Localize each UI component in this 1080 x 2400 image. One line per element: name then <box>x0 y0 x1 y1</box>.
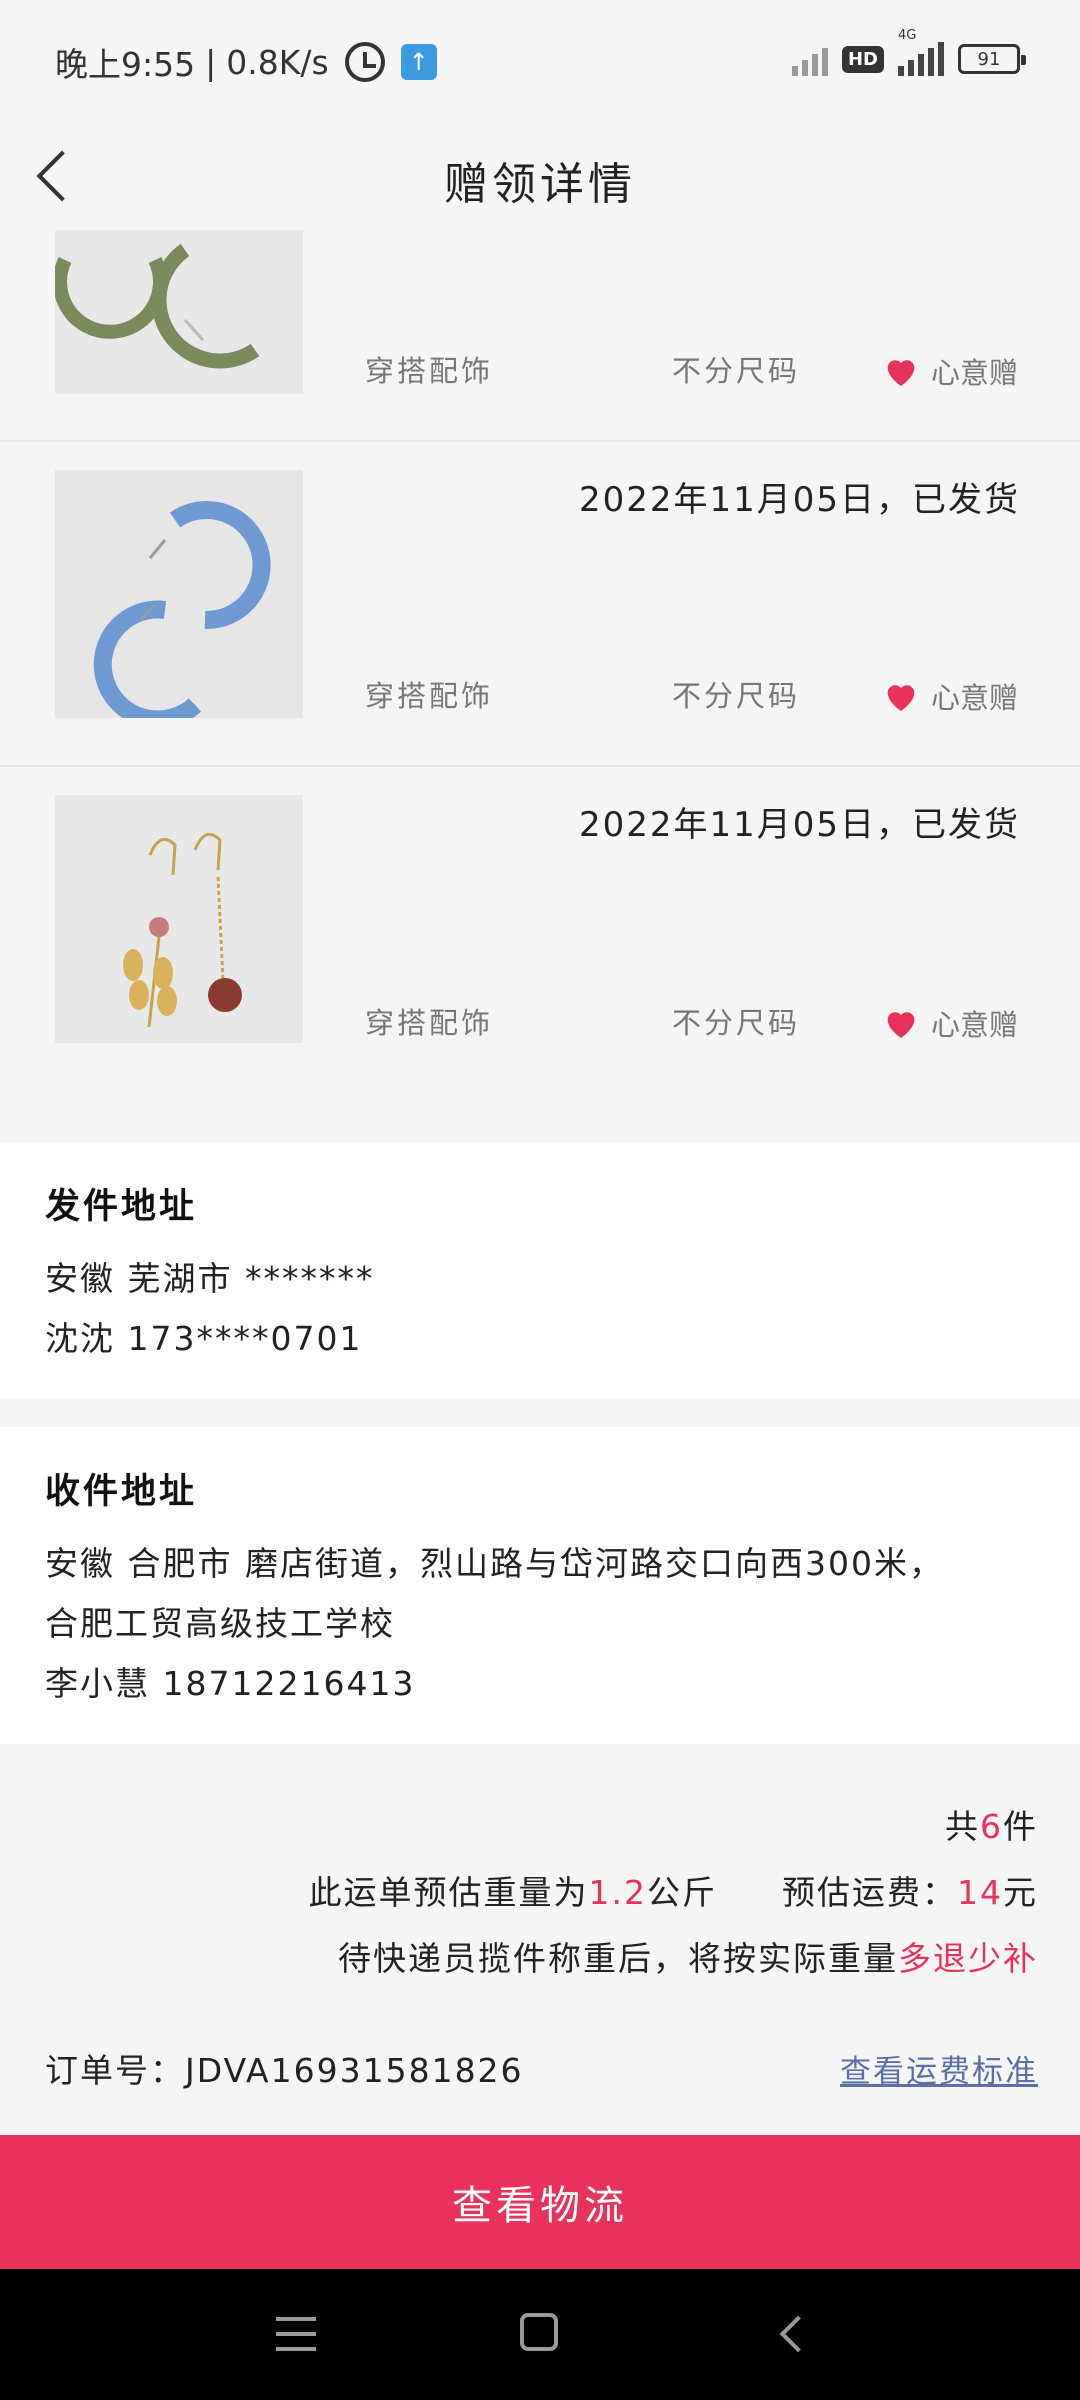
note-prefix: 待快递员揽件称重后，将按实际重量 <box>338 1939 898 1978</box>
weight-unit: 公斤 <box>647 1873 717 1912</box>
network-4g-icon: 4G <box>898 28 944 76</box>
ship-date: 2022年11月05日，已发货 <box>578 805 1020 845</box>
sender-contact: 沈沈 173****0701 <box>45 1319 363 1358</box>
total-count-line: 共6件 <box>45 1794 1038 1860</box>
status-right: HD 4G 91 <box>791 28 1026 76</box>
receiver-address-card: 收件地址 安徽 合肥市 磨店街道，烈山路与岱河路交口向西300米， 合肥工贸高级… <box>0 1427 1080 1744</box>
status-separator: | <box>205 42 217 82</box>
cell-signal-icon <box>898 42 944 76</box>
home-icon[interactable] <box>520 2313 558 2351</box>
divider <box>0 1399 1080 1427</box>
like-label: 心意赠 <box>930 356 1018 390</box>
like-label: 心意赠 <box>930 681 1018 715</box>
list-item[interactable]: 2022年11月05日，已发货 穿搭配饰 不分尺码 心意赠 <box>0 442 1080 767</box>
total-suffix: 件 <box>1003 1807 1038 1846</box>
system-nav-bar <box>0 2269 1080 2400</box>
shipping-summary: 共6件 此运单预估重量为1.2公斤 预估运费：14元 待快递员揽件称重后，将按实… <box>0 1744 1080 2174</box>
list-item[interactable]: 2022年11月05日，已发货 穿搭配饰 不分尺码 心意赠 <box>0 767 1080 1092</box>
heart-icon <box>887 360 915 386</box>
leaf-bead-earrings-image <box>55 795 303 1043</box>
item-like[interactable]: 心意赠 <box>881 675 1018 717</box>
page-title: 赠领详情 <box>444 159 636 210</box>
total-prefix: 共 <box>945 1807 980 1846</box>
receiver-title: 收件地址 <box>45 1472 198 1512</box>
header: 赠领详情 <box>0 120 1080 230</box>
weight-prefix: 此运单预估重量为 <box>308 1873 589 1912</box>
sender-title: 发件地址 <box>45 1187 198 1227</box>
weight-value: 1.2 <box>588 1873 647 1912</box>
content[interactable]: 穿搭配饰 不分尺码 心意赠 2022年11月05日，已发货 穿搭配饰 不分尺码 … <box>0 230 1080 2174</box>
battery-icon: 91 <box>958 44 1026 74</box>
item-like[interactable]: 心意赠 <box>881 350 1018 392</box>
note-highlight: 多退少补 <box>898 1939 1038 1978</box>
item-category: 穿搭配饰 <box>365 354 494 388</box>
ship-date: 2022年11月05日，已发货 <box>578 480 1020 520</box>
nav-back-icon[interactable] <box>775 2317 805 2347</box>
weight-note-line: 待快递员揽件称重后，将按实际重量多退少补 <box>45 1926 1038 1992</box>
signal-icon <box>791 42 828 76</box>
item-category: 穿搭配饰 <box>365 1006 494 1040</box>
order-row: 订单号：JDVA16931581826 查看运费标准 <box>45 2044 1038 2092</box>
receiver-address-line1: 安徽 合肥市 磨店街道，烈山路与岱河路交口向西300米， <box>45 1544 944 1583</box>
status-left: 晚上9:55 | 0.8K/s ↑ <box>55 38 437 86</box>
list-item[interactable]: 穿搭配饰 不分尺码 心意赠 <box>0 230 1080 442</box>
fee-unit: 元 <box>1003 1873 1038 1912</box>
receiver-contact: 李小慧 18712216413 <box>45 1664 416 1703</box>
sender-address-card: 发件地址 安徽 芜湖市 ******* 沈沈 173****0701 <box>0 1142 1080 1399</box>
status-time: 晚上9:55 <box>55 45 196 84</box>
order-number: 订单号：JDVA16931581826 <box>45 2044 524 2092</box>
item-size: 不分尺码 <box>672 679 801 713</box>
fee-prefix: 预估运费： <box>782 1873 957 1912</box>
menu-icon[interactable] <box>276 2317 316 2351</box>
receiver-address-line2: 合肥工贸高级技工学校 <box>45 1604 395 1643</box>
item-category: 穿搭配饰 <box>365 679 494 713</box>
network-type: 4G <box>898 28 917 43</box>
hd-badge: HD <box>841 45 884 73</box>
heart-icon <box>887 685 915 711</box>
fee-value: 14 <box>957 1873 1003 1912</box>
status-speed: 0.8K/s <box>226 42 329 82</box>
weight-fee-line: 此运单预估重量为1.2公斤 预估运费：14元 <box>45 1860 1038 1926</box>
green-hoop-earrings-image <box>55 230 303 394</box>
like-label: 心意赠 <box>930 1008 1018 1042</box>
status-bar: 晚上9:55 | 0.8K/s ↑ HD 4G 91 <box>0 0 1080 120</box>
sender-address: 安徽 芜湖市 ******* <box>45 1259 375 1298</box>
view-fee-standard-link[interactable]: 查看运费标准 <box>840 2046 1038 2091</box>
total-count: 6 <box>980 1807 1003 1846</box>
order-value: JDVA16931581826 <box>185 2051 524 2090</box>
item-thumbnail[interactable] <box>55 795 303 1043</box>
divider <box>0 1092 1080 1142</box>
order-label: 订单号： <box>45 2051 185 2090</box>
alarm-icon <box>344 42 385 82</box>
item-size: 不分尺码 <box>672 354 801 388</box>
view-logistics-button[interactable]: 查看物流 <box>0 2135 1080 2269</box>
item-thumbnail[interactable] <box>55 470 303 718</box>
upload-icon: ↑ <box>400 44 437 80</box>
item-size: 不分尺码 <box>672 1006 801 1040</box>
item-like[interactable]: 心意赠 <box>881 1002 1018 1044</box>
item-thumbnail[interactable] <box>55 230 303 394</box>
blue-hoop-earrings-image <box>55 470 303 718</box>
battery-level: 91 <box>977 48 1001 70</box>
heart-icon <box>887 1012 915 1038</box>
